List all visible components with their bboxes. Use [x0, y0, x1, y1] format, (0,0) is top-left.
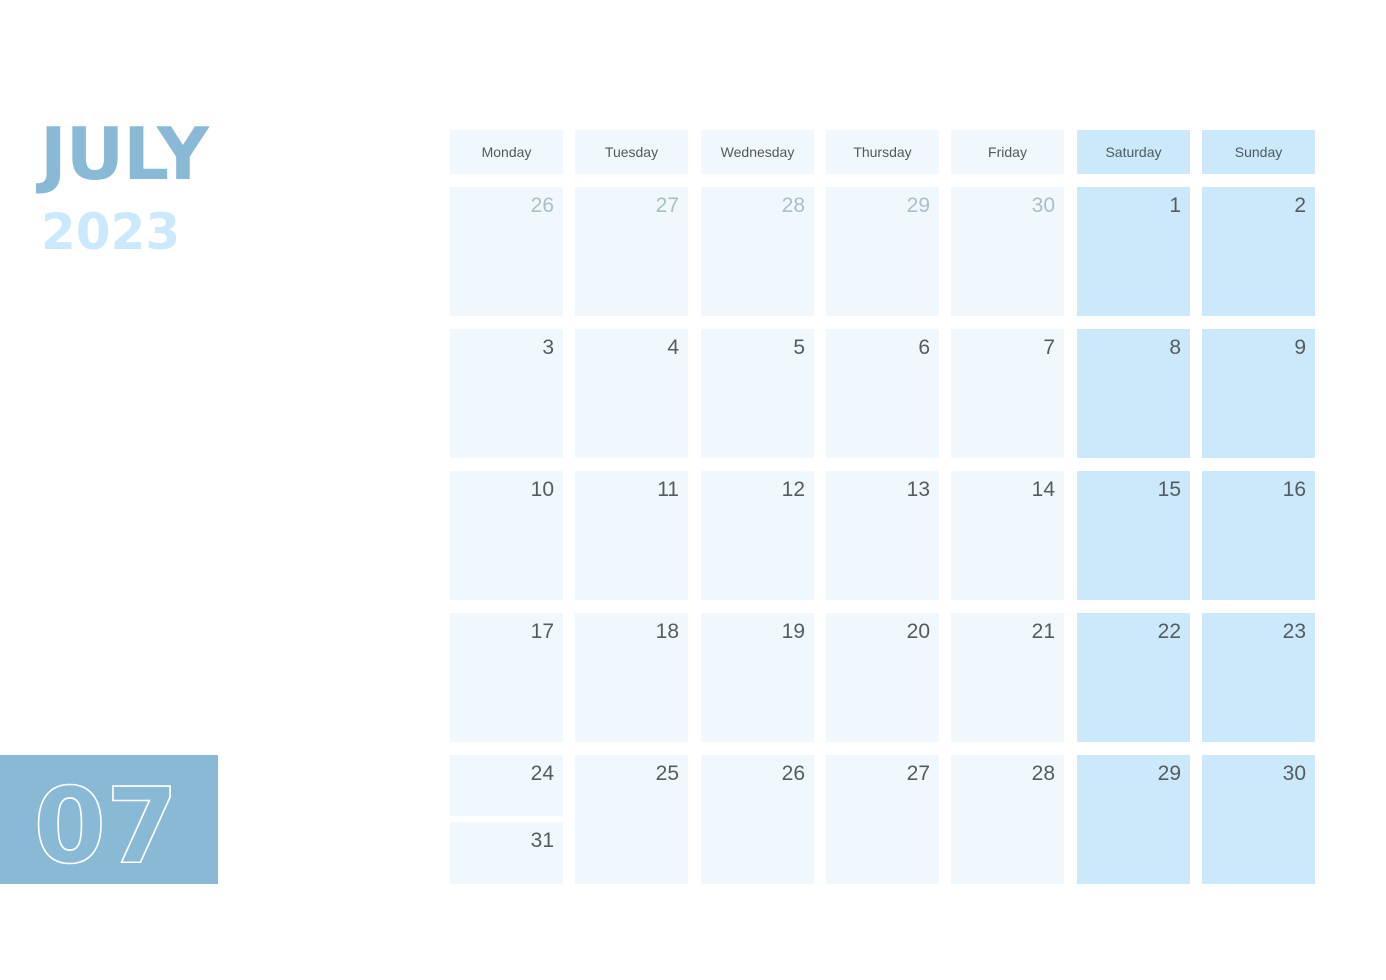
day-number: 27	[655, 194, 679, 217]
weekday-header-saturday: Saturday	[1077, 130, 1190, 174]
day-cell[interactable]: 19	[701, 613, 814, 742]
day-cell[interactable]: 4	[575, 329, 688, 458]
day-cell[interactable]: 29	[1077, 755, 1190, 884]
day-cell-outside-month[interactable]: 29	[826, 187, 939, 316]
day-cell[interactable]: 7	[951, 329, 1064, 458]
weekday-header-thursday: Thursday	[826, 130, 939, 174]
day-cell[interactable]: 10	[450, 471, 563, 600]
day-cell[interactable]: 11	[575, 471, 688, 600]
day-number: 20	[906, 620, 930, 643]
day-number: 22	[1157, 620, 1181, 643]
day-cell[interactable]: 31	[450, 822, 563, 884]
day-number: 9	[1294, 336, 1306, 359]
year-title: 2023	[41, 203, 181, 261]
day-cell[interactable]: 25	[575, 755, 688, 884]
day-number: 26	[530, 194, 554, 217]
day-number: 19	[781, 620, 805, 643]
day-number: 31	[530, 829, 554, 852]
day-number: 18	[655, 620, 679, 643]
day-number: 8	[1169, 336, 1181, 359]
day-cell[interactable]: 24	[450, 755, 563, 816]
day-cell-outside-month[interactable]: 28	[701, 187, 814, 316]
day-number: 6	[918, 336, 930, 359]
day-number: 27	[906, 762, 930, 785]
day-cell[interactable]: 23	[1202, 613, 1315, 742]
day-cell[interactable]: 3	[450, 329, 563, 458]
day-number: 30	[1031, 194, 1055, 217]
day-number: 4	[667, 336, 679, 359]
day-cell[interactable]: 28	[951, 755, 1064, 884]
day-number: 10	[530, 478, 554, 501]
day-cell[interactable]: 20	[826, 613, 939, 742]
day-number: 12	[781, 478, 805, 501]
day-number: 7	[1043, 336, 1055, 359]
day-number: 5	[793, 336, 805, 359]
day-cell[interactable]: 2	[1202, 187, 1315, 316]
day-number: 3	[542, 336, 554, 359]
month-number: 07	[34, 765, 179, 884]
month-number-outline: 07	[33, 764, 179, 884]
day-cell[interactable]: 16	[1202, 471, 1315, 600]
day-number: 21	[1031, 620, 1055, 643]
day-cell[interactable]: 15	[1077, 471, 1190, 600]
day-cell-outside-month[interactable]: 26	[450, 187, 563, 316]
day-number: 30	[1282, 762, 1306, 785]
day-cell[interactable]: 17	[450, 613, 563, 742]
day-cell[interactable]: 8	[1077, 329, 1190, 458]
day-cell[interactable]: 6	[826, 329, 939, 458]
day-cell[interactable]: 9	[1202, 329, 1315, 458]
weekday-header-monday: Monday	[450, 130, 563, 174]
day-number: 29	[906, 194, 930, 217]
weekday-header-friday: Friday	[951, 130, 1064, 174]
day-number: 1	[1169, 194, 1181, 217]
day-cell[interactable]: 26	[701, 755, 814, 884]
day-number: 29	[1157, 762, 1181, 785]
day-number: 24	[530, 762, 554, 785]
day-cell-outside-month[interactable]: 30	[951, 187, 1064, 316]
day-cell[interactable]: 30	[1202, 755, 1315, 884]
day-number: 14	[1031, 478, 1055, 501]
day-cell[interactable]: 14	[951, 471, 1064, 600]
day-cell[interactable]: 12	[701, 471, 814, 600]
month-number-box: 07	[0, 755, 218, 884]
day-cell[interactable]: 22	[1077, 613, 1190, 742]
weekday-header-wednesday: Wednesday	[701, 130, 814, 174]
day-number: 16	[1282, 478, 1306, 501]
day-cell-outside-month[interactable]: 27	[575, 187, 688, 316]
day-cell[interactable]: 27	[826, 755, 939, 884]
day-number: 26	[781, 762, 805, 785]
day-number: 15	[1157, 478, 1181, 501]
day-number: 17	[530, 620, 554, 643]
day-number: 25	[655, 762, 679, 785]
day-number: 13	[906, 478, 930, 501]
day-number: 23	[1282, 620, 1306, 643]
day-cell[interactable]: 1	[1077, 187, 1190, 316]
day-number: 28	[781, 194, 805, 217]
day-number: 2	[1294, 194, 1306, 217]
day-cell[interactable]: 21	[951, 613, 1064, 742]
day-cell[interactable]: 18	[575, 613, 688, 742]
weekday-header-tuesday: Tuesday	[575, 130, 688, 174]
day-number: 28	[1031, 762, 1055, 785]
weekday-header-sunday: Sunday	[1202, 130, 1315, 174]
day-cell[interactable]: 13	[826, 471, 939, 600]
day-cell[interactable]: 5	[701, 329, 814, 458]
month-title: JULY	[40, 112, 209, 196]
day-number: 11	[657, 478, 679, 501]
